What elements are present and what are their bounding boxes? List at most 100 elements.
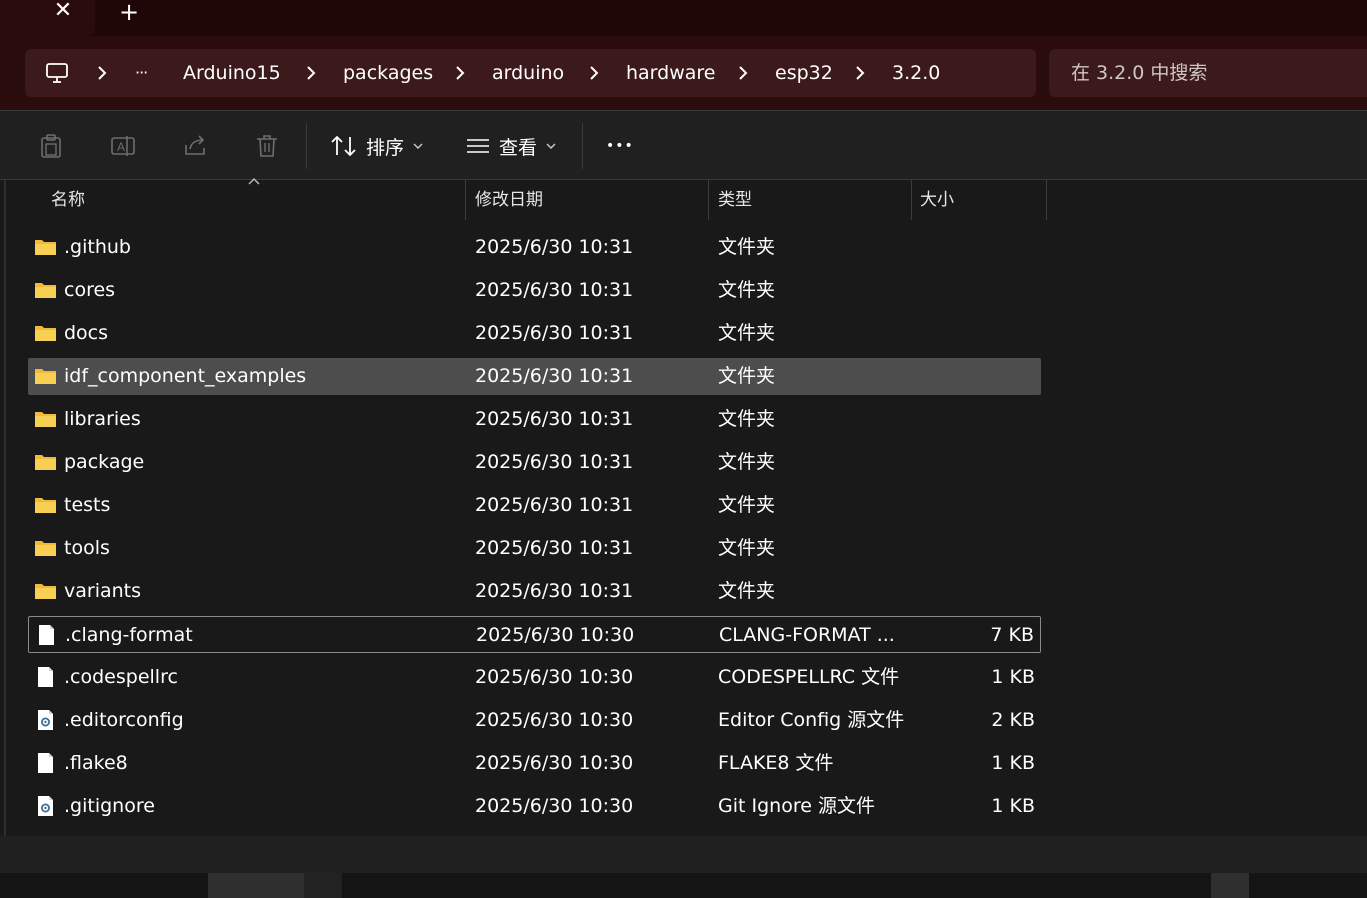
- file-type: 文件夹: [718, 451, 776, 473]
- folder-icon: [34, 538, 57, 558]
- file-date: 2025/6/30 10:31: [475, 236, 634, 258]
- file-date: 2025/6/30 10:31: [475, 494, 634, 516]
- chevron-right-icon[interactable]: [96, 64, 108, 82]
- delete-icon[interactable]: [254, 133, 280, 159]
- file-row[interactable]: .clang-format 2025/6/30 10:30 CLANG-FORMAT…: [28, 616, 1041, 653]
- file-type: 文件夹: [718, 408, 776, 430]
- file-date: 2025/6/30 10:30: [475, 709, 634, 731]
- more-options-button[interactable]: •••: [606, 125, 634, 167]
- file-row[interactable]: libraries 2025/6/30 10:31 文件夹: [28, 401, 1041, 438]
- toolbar-divider: [582, 123, 583, 169]
- file-type: Git Ignore 源文件: [718, 795, 875, 817]
- file-row[interactable]: .gitignore 2025/6/30 10:30 Git Ignore 源文件 1…: [28, 788, 1041, 825]
- file-name: docs: [64, 322, 109, 344]
- sort-ascending-icon[interactable]: [247, 176, 261, 186]
- pane-border: [4, 180, 6, 836]
- paste-icon[interactable]: [38, 133, 64, 159]
- file-row[interactable]: idf_component_examples 2025/6/30 10:31 文件夹: [28, 358, 1041, 395]
- rename-icon[interactable]: A: [110, 133, 136, 159]
- file-row[interactable]: .flake8 2025/6/30 10:30 FLAKE8 文件 1 KB: [28, 745, 1041, 782]
- file-row[interactable]: .codespellrc 2025/6/30 10:30 CODESPELLRC 文…: [28, 659, 1041, 696]
- file-name: idf_component_examples: [64, 365, 307, 387]
- share-icon[interactable]: [182, 133, 208, 159]
- file-row[interactable]: cores 2025/6/30 10:31 文件夹: [28, 272, 1041, 309]
- file-type: CODESPELLRC 文件: [718, 666, 900, 688]
- column-date-header[interactable]: 修改日期: [475, 180, 543, 220]
- file-size: 1 KB: [991, 752, 1035, 774]
- folder-icon: [34, 280, 57, 300]
- close-tab-icon[interactable]: ✕: [52, 0, 74, 24]
- file-row[interactable]: package 2025/6/30 10:31 文件夹: [28, 444, 1041, 481]
- chevron-right-icon[interactable]: [854, 64, 866, 82]
- column-size-header[interactable]: 大小: [920, 180, 954, 220]
- folder-icon: [34, 452, 57, 472]
- search-placeholder: 在 3.2.0 中搜索: [1071, 62, 1208, 84]
- file-row[interactable]: .editorconfig 2025/6/30 10:30 Editor Confi…: [28, 702, 1041, 739]
- file-type: 文件夹: [718, 322, 776, 344]
- folder-icon: [34, 323, 57, 343]
- file-name: .github: [64, 236, 131, 258]
- file-date: 2025/6/30 10:30: [475, 795, 634, 817]
- file-date: 2025/6/30 10:31: [475, 451, 634, 473]
- file-name: tools: [64, 537, 110, 559]
- taskbar-item[interactable]: [1211, 873, 1249, 898]
- file-name: .gitignore: [64, 795, 155, 817]
- chevron-down-icon: [546, 143, 556, 149]
- address-bar[interactable]: ··· Arduino15 packages arduino hardware …: [25, 49, 1036, 97]
- column-type-header[interactable]: 类型: [718, 180, 752, 220]
- folder-icon: [34, 581, 57, 601]
- column-divider[interactable]: [708, 180, 709, 220]
- file-date: 2025/6/30 10:31: [475, 580, 634, 602]
- active-tab[interactable]: ✕: [0, 0, 95, 36]
- chevron-right-icon[interactable]: [737, 64, 749, 82]
- file-row[interactable]: .github 2025/6/30 10:31 文件夹: [28, 229, 1041, 266]
- breadcrumb-3-2-0[interactable]: 3.2.0: [892, 49, 940, 97]
- breadcrumb-esp32[interactable]: esp32: [775, 49, 833, 97]
- config-file-icon: [34, 710, 57, 730]
- breadcrumb-arduino15[interactable]: Arduino15: [183, 49, 281, 97]
- column-divider[interactable]: [1046, 180, 1047, 220]
- file-type: Editor Config 源文件: [718, 709, 905, 731]
- file-icon: [35, 625, 58, 645]
- file-row[interactable]: variants 2025/6/30 10:31 文件夹: [28, 573, 1041, 610]
- sort-button[interactable]: 排序: [330, 125, 424, 167]
- file-date: 2025/6/30 10:31: [475, 408, 634, 430]
- folder-icon: [34, 366, 57, 386]
- view-button[interactable]: 查看: [465, 125, 557, 167]
- this-pc-icon[interactable]: [45, 61, 69, 85]
- chevron-right-icon[interactable]: [305, 64, 317, 82]
- file-type: FLAKE8 文件: [718, 752, 834, 774]
- breadcrumb-packages[interactable]: packages: [343, 49, 433, 97]
- breadcrumb-arduino[interactable]: arduino: [492, 49, 564, 97]
- sort-icon: [331, 135, 356, 157]
- file-icon: [34, 667, 57, 687]
- search-input[interactable]: 在 3.2.0 中搜索: [1049, 49, 1367, 97]
- file-row[interactable]: tools 2025/6/30 10:31 文件夹: [28, 530, 1041, 567]
- file-row[interactable]: docs 2025/6/30 10:31 文件夹: [28, 315, 1041, 352]
- taskbar-item[interactable]: [304, 873, 342, 898]
- file-date: 2025/6/30 10:30: [475, 666, 634, 688]
- column-divider[interactable]: [911, 180, 912, 220]
- column-name-header[interactable]: 名称: [51, 180, 85, 220]
- config-file-icon: [34, 796, 57, 816]
- file-date: 2025/6/30 10:31: [475, 279, 634, 301]
- breadcrumb-hardware[interactable]: hardware: [626, 49, 716, 97]
- chevron-right-icon[interactable]: [588, 64, 600, 82]
- file-type: 文件夹: [718, 494, 776, 516]
- file-type: 文件夹: [718, 580, 776, 602]
- taskbar-item[interactable]: [208, 873, 304, 898]
- file-type: CLANG-FORMAT ...: [719, 624, 895, 646]
- chevron-right-icon[interactable]: [454, 64, 466, 82]
- breadcrumb-overflow[interactable]: ···: [135, 49, 148, 97]
- file-row[interactable]: tests 2025/6/30 10:31 文件夹: [28, 487, 1041, 524]
- taskbar: [0, 873, 1367, 898]
- file-name: .codespellrc: [64, 666, 178, 688]
- svg-text:A: A: [117, 140, 125, 154]
- column-divider[interactable]: [465, 180, 466, 220]
- title-bar: ✕ +: [0, 0, 1367, 40]
- file-size: 1 KB: [991, 795, 1035, 817]
- file-type: 文件夹: [718, 279, 776, 301]
- folder-icon: [34, 409, 57, 429]
- new-tab-icon[interactable]: +: [118, 0, 140, 24]
- file-type: 文件夹: [718, 236, 776, 258]
